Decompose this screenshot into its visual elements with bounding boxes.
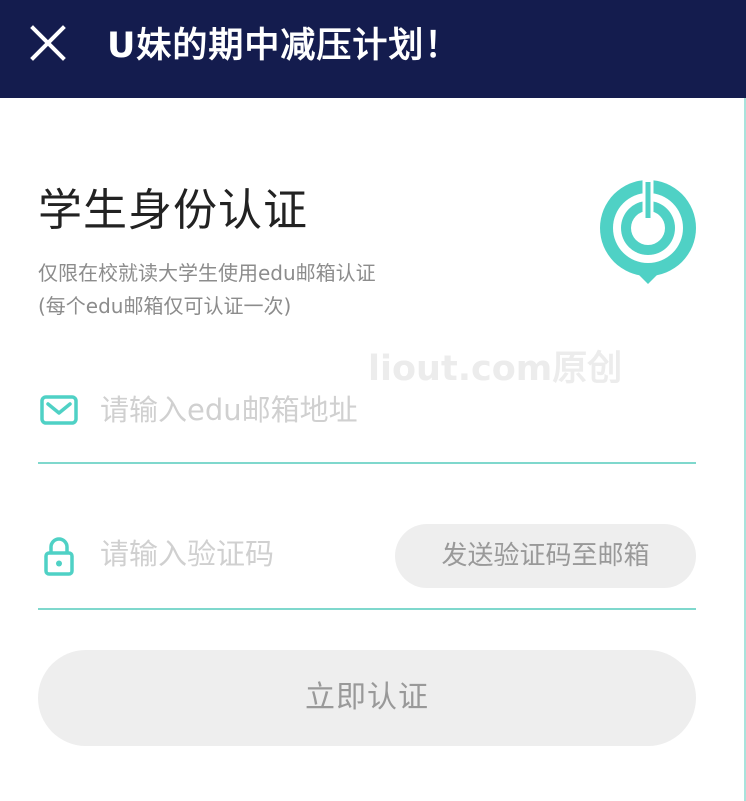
close-button[interactable] bbox=[27, 22, 71, 66]
verification-screen: U妹的期中减压计划！ 学生身份认证 仅限在校就读大学生使用edu邮箱认证 (每个… bbox=[0, 0, 746, 801]
verification-code-input[interactable] bbox=[100, 534, 390, 574]
location-power-logo-icon bbox=[598, 178, 698, 286]
header-title: U妹的期中减压计划！ bbox=[107, 26, 461, 66]
mail-icon bbox=[40, 395, 78, 425]
email-input[interactable] bbox=[100, 390, 690, 430]
email-field bbox=[38, 380, 696, 464]
verify-now-button[interactable]: 立即认证 bbox=[38, 650, 696, 746]
send-code-button[interactable]: 发送验证码至邮箱 bbox=[395, 524, 696, 588]
close-icon bbox=[27, 22, 71, 66]
code-field: 发送验证码至邮箱 bbox=[38, 520, 696, 610]
header-bar: U妹的期中减压计划！ bbox=[0, 0, 746, 98]
subtitle-line-2: (每个edu邮箱仅可认证一次) bbox=[38, 294, 292, 318]
lock-icon bbox=[43, 536, 75, 576]
page-title: 学生身份认证 bbox=[38, 185, 308, 236]
subtitle-line-1: 仅限在校就读大学生使用edu邮箱认证 bbox=[38, 261, 376, 285]
